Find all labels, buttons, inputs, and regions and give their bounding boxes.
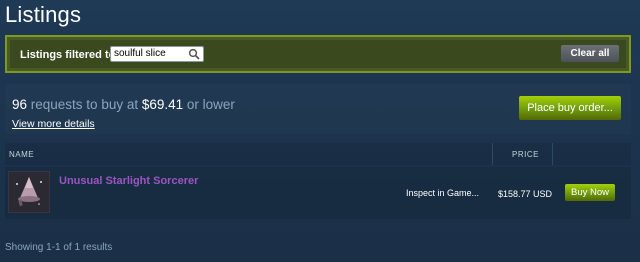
column-header-name: NAME [9, 150, 35, 159]
buy-order-panel: 96 requests to buy at $69.41 or lower Vi… [5, 84, 631, 134]
column-header-price: PRICE [512, 150, 539, 159]
request-text-end: or lower [183, 97, 235, 112]
search-icon[interactable] [188, 48, 200, 60]
listings-table-header: NAME PRICE [5, 143, 631, 165]
item-name-link[interactable]: Unusual Starlight Sorcerer [59, 175, 198, 187]
buy-request-summary: 96 requests to buy at $69.41 or lower [12, 97, 235, 112]
column-divider [552, 143, 553, 165]
filter-label: Listings filtered to: [20, 49, 119, 61]
request-text: requests to buy at [27, 97, 142, 112]
view-more-details-link[interactable]: View more details [12, 118, 95, 130]
page-title: Listings [5, 2, 82, 27]
place-buy-order-button[interactable]: Place buy order... [519, 96, 621, 120]
filter-bar-inner: Listings filtered to: soulful slice Clea… [10, 40, 626, 68]
request-price: $69.41 [141, 97, 184, 112]
listing-price: $158.77 USD [498, 189, 553, 199]
filter-search-value[interactable]: soulful slice [114, 48, 166, 59]
column-divider [492, 143, 493, 165]
request-count: 96 [12, 97, 28, 112]
buy-now-button[interactable]: Buy Now [565, 184, 615, 201]
filter-bar: Listings filtered to: soulful slice Clea… [5, 35, 631, 73]
item-image [9, 172, 49, 212]
table-row: Unusual Starlight Sorcerer Inspect in Ga… [5, 167, 631, 219]
item-thumbnail[interactable] [8, 171, 50, 213]
clear-all-button[interactable]: Clear all [561, 45, 619, 62]
filter-search-input[interactable]: soulful slice [110, 46, 204, 62]
results-count: Showing 1-1 of 1 results [5, 242, 113, 253]
inspect-in-game-link[interactable]: Inspect in Game... [406, 188, 479, 198]
